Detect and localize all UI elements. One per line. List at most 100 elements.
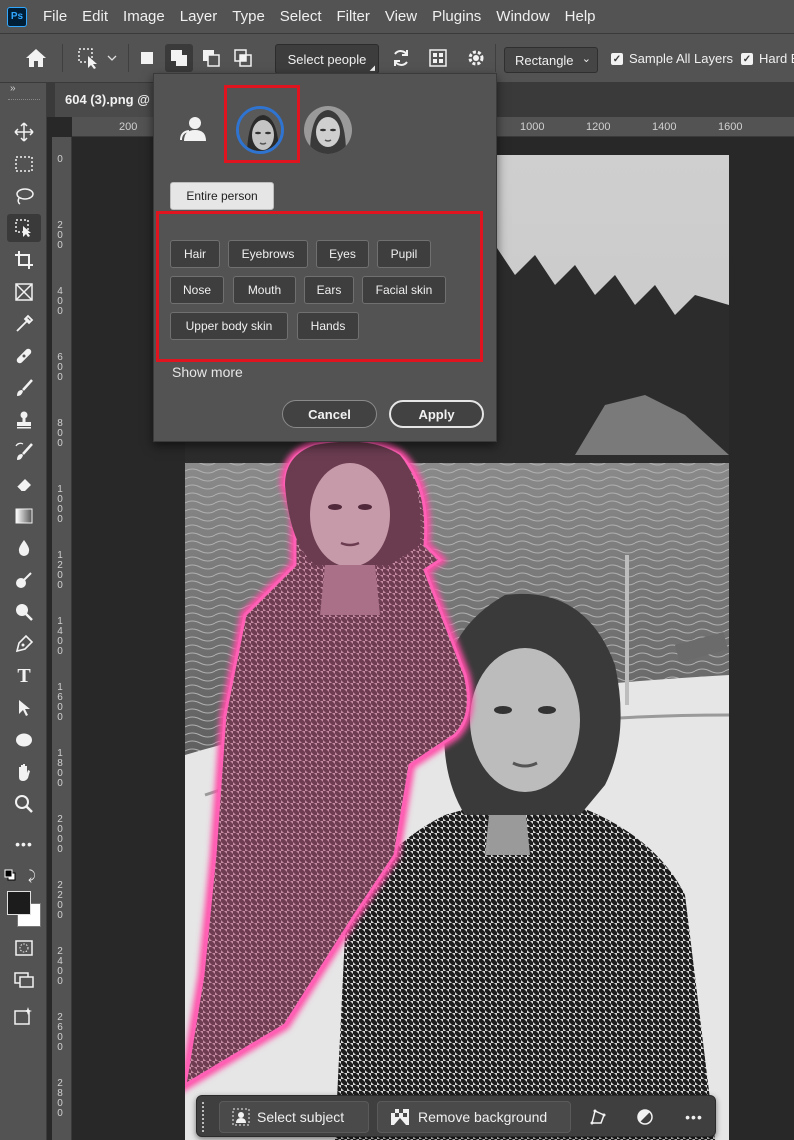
cancel-button[interactable]: Cancel xyxy=(282,400,377,428)
menu-image[interactable]: Image xyxy=(123,8,165,25)
sponge-tool-icon[interactable] xyxy=(7,598,41,626)
ruler-label: 1600 xyxy=(57,682,63,723)
chevron-down-icon[interactable] xyxy=(104,44,120,72)
select-people-popup: Entire person Hair Eyebrows Eyes Pupil N… xyxy=(153,73,497,442)
ruler-label: 2600 xyxy=(57,1012,63,1053)
ruler-label: 1000 xyxy=(57,484,63,525)
adjustment-icon[interactable] xyxy=(631,1103,659,1131)
ruler-label: 2800 xyxy=(57,1078,63,1119)
ruler-label: 1800 xyxy=(57,748,63,789)
menu-plugins[interactable]: Plugins xyxy=(432,8,481,25)
menu-bar: Ps File Edit Image Layer Type Select Fil… xyxy=(0,0,794,33)
blur-tool-icon[interactable] xyxy=(7,534,41,562)
hard-edge-label: Hard E xyxy=(759,51,794,66)
move-tool-icon[interactable] xyxy=(7,118,41,146)
collapse-panel-icon[interactable]: » xyxy=(10,83,16,94)
more-options-button[interactable]: ••• xyxy=(680,1103,708,1131)
subtract-from-selection-icon[interactable] xyxy=(197,44,225,72)
lasso-tool-icon[interactable] xyxy=(7,182,41,210)
gear-icon[interactable] xyxy=(462,44,490,72)
select-subject-label: Select subject xyxy=(257,1109,345,1125)
ruler-label: 2000 xyxy=(57,814,63,855)
corner-triangle-icon: ◢ xyxy=(369,65,375,72)
marquee-tool-icon[interactable] xyxy=(7,150,41,178)
swap-colors-icon[interactable]: ⤸ xyxy=(28,868,42,883)
select-people-button[interactable]: Select people ◢ xyxy=(275,44,379,74)
refresh-icon[interactable] xyxy=(387,44,415,72)
ruler-label: 1400 xyxy=(57,616,63,657)
menu-edit[interactable]: Edit xyxy=(82,8,108,25)
remove-background-icon xyxy=(390,1108,410,1126)
remove-background-button[interactable]: Remove background xyxy=(377,1101,571,1133)
mode-dropdown[interactable]: Rectangle ⌄ xyxy=(504,47,598,73)
sample-all-layers-label: Sample All Layers xyxy=(629,51,734,66)
vertical-ruler: 0 200 400 600 800 1000 1200 1400 1600 18… xyxy=(52,137,72,1140)
person-2-thumbnail[interactable] xyxy=(304,106,352,154)
menu-file[interactable]: File xyxy=(43,8,67,25)
show-more-link[interactable]: Show more xyxy=(172,364,243,380)
zoom-tool-icon[interactable] xyxy=(7,790,41,818)
menu-layer[interactable]: Layer xyxy=(180,8,218,25)
add-to-selection-icon[interactable] xyxy=(165,44,193,72)
intersect-selection-icon[interactable] xyxy=(229,44,257,72)
gradient-tool-icon[interactable] xyxy=(7,502,41,530)
object-selection-tool-icon[interactable] xyxy=(7,214,41,242)
eraser-tool-icon[interactable] xyxy=(7,470,41,498)
select-subject-button[interactable]: Select subject xyxy=(219,1101,369,1133)
ruler-label: 0 xyxy=(57,154,63,165)
pen-tool-icon[interactable] xyxy=(7,630,41,658)
menu-filter[interactable]: Filter xyxy=(337,8,370,25)
eyedropper-tool-icon[interactable] xyxy=(7,310,41,338)
tools-panel: » T ••• ⤸ xyxy=(0,83,47,1140)
menu-view[interactable]: View xyxy=(385,8,417,25)
ruler-label: 1200 xyxy=(586,121,611,133)
ruler-label: 800 xyxy=(57,418,63,449)
all-people-icon[interactable] xyxy=(178,114,208,144)
ruler-label: 1600 xyxy=(718,121,743,133)
object-selection-preset-icon[interactable] xyxy=(74,44,102,72)
highlight-box xyxy=(156,211,483,362)
crop-tool-icon[interactable] xyxy=(7,246,41,274)
apply-button[interactable]: Apply xyxy=(389,400,484,428)
ruler-label: 1400 xyxy=(652,121,677,133)
hard-edge-checkbox[interactable]: ✓ xyxy=(741,53,753,65)
screen-mode-icon[interactable] xyxy=(7,966,41,994)
ruler-label: 2200 xyxy=(57,880,63,921)
object-finder-icon[interactable] xyxy=(424,44,452,72)
menu-select[interactable]: Select xyxy=(280,8,322,25)
type-tool-icon[interactable]: T xyxy=(7,662,41,690)
edit-toolbar-icon[interactable]: ••• xyxy=(7,830,41,858)
entire-person-button[interactable]: Entire person xyxy=(170,182,274,210)
ruler-label: 600 xyxy=(57,352,63,383)
photoshop-logo-icon: Ps xyxy=(7,6,27,27)
new-selection-icon[interactable] xyxy=(133,44,161,72)
hand-tool-icon[interactable] xyxy=(7,758,41,786)
chevron-down-icon: ⌄ xyxy=(581,53,591,65)
clone-stamp-tool-icon[interactable] xyxy=(7,406,41,434)
ruler-label: 1000 xyxy=(520,121,545,133)
brush-tool-icon[interactable] xyxy=(7,374,41,402)
default-colors-icon[interactable] xyxy=(4,868,16,881)
ruler-label: 200 xyxy=(57,220,63,251)
remove-background-label: Remove background xyxy=(418,1109,548,1125)
mode-dropdown-value: Rectangle xyxy=(515,52,574,68)
history-brush-tool-icon[interactable] xyxy=(7,438,41,466)
ellipse-tool-icon[interactable] xyxy=(7,726,41,754)
path-selection-tool-icon[interactable] xyxy=(7,694,41,722)
menu-type[interactable]: Type xyxy=(232,8,265,25)
quick-mask-icon[interactable] xyxy=(7,934,41,962)
menu-help[interactable]: Help xyxy=(565,8,596,25)
generative-ai-icon[interactable] xyxy=(7,1002,41,1030)
home-icon[interactable] xyxy=(22,44,50,72)
menu-window[interactable]: Window xyxy=(496,8,549,25)
dodge-tool-icon[interactable] xyxy=(7,566,41,594)
transform-selection-icon[interactable] xyxy=(584,1103,612,1131)
select-subject-icon xyxy=(232,1108,250,1126)
sample-all-layers-checkbox[interactable]: ✓ xyxy=(611,53,623,65)
healing-brush-tool-icon[interactable] xyxy=(7,342,41,370)
ruler-label: 1200 xyxy=(57,550,63,591)
frame-tool-icon[interactable] xyxy=(7,278,41,306)
document-tab[interactable]: 604 (3).png @ xyxy=(55,83,165,117)
foreground-color-swatch[interactable] xyxy=(7,891,31,915)
drag-handle-icon[interactable] xyxy=(202,1102,206,1132)
